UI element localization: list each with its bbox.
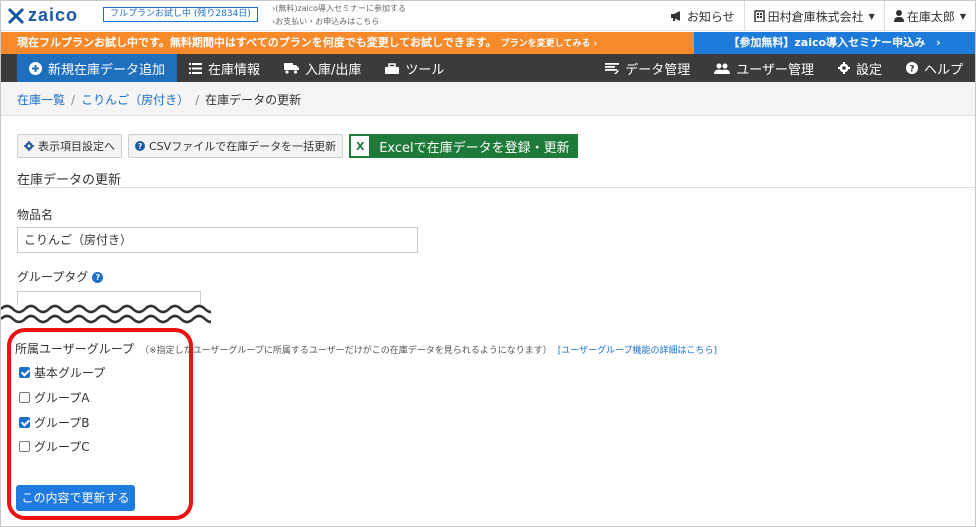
nav-data-management[interactable]: データ管理	[593, 54, 702, 82]
group-option-label: グループA	[34, 391, 90, 405]
company-menu[interactable]: 田村倉庫株式会社 ▼	[743, 1, 884, 31]
checkbox-unchecked[interactable]	[19, 392, 30, 403]
question-circle-icon: ?	[905, 62, 918, 75]
list-icon	[189, 62, 203, 74]
update-submit-button[interactable]: この内容で更新する	[16, 485, 135, 511]
group-option-b[interactable]: グループB	[19, 414, 90, 431]
question-circle-icon: ?	[135, 141, 145, 151]
excel-update-label: Excelで在庫データを登録・更新	[379, 140, 570, 156]
gear-icon	[837, 62, 850, 74]
nav-new-item-label: 新規在庫データ追加	[48, 62, 166, 78]
item-name-input[interactable]: こりんご（房付き）	[17, 227, 418, 253]
nav-user-management-label: ユーザー管理	[736, 62, 814, 78]
nav-help-label: ヘルプ	[923, 62, 963, 78]
csv-update-button[interactable]: ? CSVファイルで在庫データを一括更新	[128, 134, 344, 158]
megaphone-icon	[670, 11, 680, 21]
breadcrumb-current: 在庫データの更新	[205, 93, 302, 107]
notifications-label: お知らせ	[686, 9, 735, 24]
nav-inventory-label: 在庫情報	[208, 62, 261, 78]
checkbox-checked[interactable]	[19, 367, 30, 378]
svg-text:?: ?	[138, 142, 142, 151]
trial-notice: 現在フルプランお試し中です。無料期間中はすべてのプランを何度でも変更してお試しで…	[1, 32, 694, 54]
user-group-header: 所属ユーザーグループ （※指定したユーザーグループに所属するユーザーだけがこの在庫…	[15, 340, 717, 357]
group-option-a[interactable]: グループA	[19, 389, 90, 406]
breadcrumb-inventory-list[interactable]: 在庫一覧	[17, 93, 65, 107]
nav-help[interactable]: ? ヘルプ	[894, 54, 975, 82]
help-icon[interactable]: ?	[92, 272, 104, 283]
section-divider	[17, 187, 975, 188]
nav-new-item[interactable]: 新規在庫データ追加	[17, 54, 178, 82]
user-label: 在庫太郎	[906, 9, 955, 24]
group-option-label: グループB	[34, 416, 90, 430]
seminar-signup-link[interactable]: 【参加無料】zaico導入セミナー申込み ›	[694, 32, 975, 54]
plus-circle-icon	[29, 61, 42, 75]
checkbox-unchecked[interactable]	[19, 441, 30, 452]
breadcrumb-separator: /	[195, 93, 200, 107]
trial-badge[interactable]: フルプランお試し中 (残り2834日)	[103, 7, 258, 22]
nav-settings[interactable]: 設定	[826, 54, 894, 82]
group-option-label: 基本グループ	[34, 366, 106, 380]
data-icon	[605, 62, 620, 74]
payment-link[interactable]: ›お支払い・お申込みはこちら	[272, 15, 406, 28]
page-toolbar: 表示項目設定へ ? CSVファイルで在庫データを一括更新 X Excelで在庫デ…	[17, 134, 578, 158]
user-icon	[893, 10, 904, 22]
users-icon	[714, 63, 731, 74]
tools-icon	[385, 62, 400, 74]
svg-text:?: ?	[909, 65, 914, 75]
user-menu[interactable]: 在庫太郎 ▼	[883, 1, 975, 31]
nav-tools[interactable]: ツール	[373, 54, 456, 82]
notice-bar: 現在フルプランお試し中です。無料期間中はすべてのプランを何度でも変更してお試しで…	[1, 32, 975, 54]
caret-down-icon: ▼	[959, 11, 966, 21]
section-title: 在庫データの更新	[17, 173, 122, 188]
group-option-label: グループC	[34, 440, 90, 454]
nav-settings-label: 設定	[855, 62, 882, 78]
group-tag-label-row: グループタグ?	[17, 268, 104, 285]
group-tag-label: グループタグ	[17, 270, 89, 284]
nav-inventory[interactable]: 在庫情報	[177, 54, 272, 82]
nav-in-out[interactable]: 入庫/出庫	[272, 54, 373, 82]
header-links: ›(無料)zaico導入セミナーに参加する ›お支払い・お申込みはこちら	[272, 2, 406, 28]
change-plan-link[interactable]: プランを変更してみる ›	[501, 39, 598, 49]
checkbox-checked[interactable]	[19, 417, 30, 428]
display-settings-label: 表示項目設定へ	[38, 140, 115, 153]
nav-data-management-label: データ管理	[625, 62, 691, 78]
nav-tools-label: ツール	[405, 62, 445, 78]
nav-in-out-label: 入庫/出庫	[305, 62, 362, 78]
seminar-link[interactable]: ›(無料)zaico導入セミナーに参加する	[272, 2, 406, 15]
main-nav: 新規在庫データ追加 在庫情報 入庫/出庫 ツール データ管理 ユーザー管理 設定…	[1, 54, 975, 82]
gear-icon	[24, 141, 34, 151]
company-label: 田村倉庫株式会社	[767, 9, 864, 24]
building-icon	[753, 10, 765, 22]
header-right-menu: お知らせ 田村倉庫株式会社 ▼ 在庫太郎 ▼	[661, 1, 975, 31]
display-settings-button[interactable]: 表示項目設定へ	[17, 134, 122, 158]
excel-update-button[interactable]: X Excelで在庫データを登録・更新	[349, 134, 578, 158]
excel-icon: X	[349, 134, 372, 158]
user-group-detail-link[interactable]: [ユーザーグループ機能の詳細はこちら]	[558, 346, 717, 356]
nav-user-management[interactable]: ユーザー管理	[702, 54, 826, 82]
trial-notice-text: 現在フルプランお試し中です。無料期間中はすべてのプランを何度でも変更してお試しで…	[17, 36, 497, 49]
logo-text: zaico	[28, 5, 79, 25]
zaico-logo-icon	[7, 7, 25, 24]
breadcrumb: 在庫一覧 / こりんご（房付き） / 在庫データの更新	[1, 82, 975, 116]
breadcrumb-separator: /	[71, 93, 76, 107]
group-option-c[interactable]: グループC	[19, 438, 90, 455]
user-group-label: 所属ユーザーグループ	[15, 342, 135, 356]
zaico-logo[interactable]: zaico	[7, 5, 78, 26]
notifications-button[interactable]: お知らせ	[661, 1, 744, 31]
item-name-label: 物品名	[17, 208, 54, 222]
group-option-basic[interactable]: 基本グループ	[19, 364, 105, 381]
caret-down-icon: ▼	[868, 11, 875, 21]
cut-wave-divider	[1, 304, 211, 324]
user-group-note: （※指定したユーザーグループに所属するユーザーだけがこの在庫データを見られるよう…	[140, 346, 552, 356]
breadcrumb-item[interactable]: こりんご（房付き）	[81, 93, 189, 107]
top-header: zaico フルプランお試し中 (残り2834日) ›(無料)zaico導入セミ…	[1, 1, 975, 31]
csv-update-label: CSVファイルで在庫データを一括更新	[149, 140, 337, 153]
truck-icon	[284, 63, 300, 74]
